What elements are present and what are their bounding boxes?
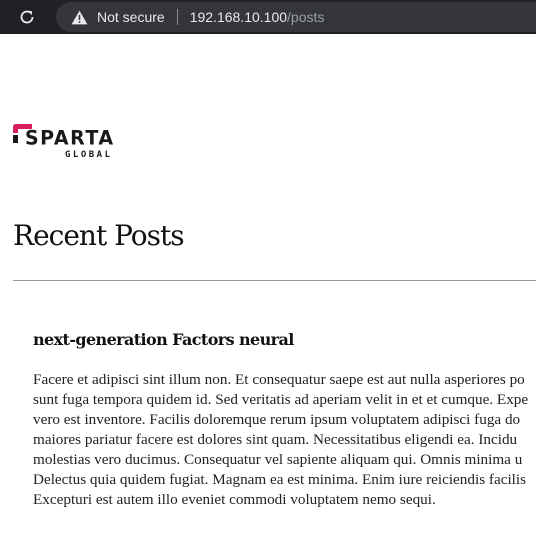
post-body-line: vero est inventore. Facilis doloremque r… (33, 411, 521, 428)
post-body-line: maiores pariatur facere est dolores sint… (33, 431, 518, 448)
url-text[interactable]: 192.168.10.100/posts (190, 9, 325, 25)
sparta-global-logo[interactable]: SPARTA GLOBAL (12, 123, 122, 167)
reload-icon[interactable] (16, 6, 38, 28)
browser-toolbar: Not secure 192.168.10.100/posts (0, 0, 536, 34)
post-body: Facere et adipisci sint illum non. Et co… (33, 370, 536, 510)
post-title[interactable]: next-generation Factors neural (33, 330, 294, 349)
title-divider (13, 280, 536, 281)
post-body-line: Delectus quia quidem fugiat. Magnam ea e… (33, 471, 527, 488)
post-body-line: Excepturi est autem illo eveniet commodi… (33, 491, 436, 508)
post-body-line: Facere et adipisci sint illum non. Et co… (33, 371, 525, 388)
url-path: /posts (287, 9, 325, 25)
address-bar[interactable]: Not secure 192.168.10.100/posts (56, 2, 536, 32)
security-status[interactable]: Not secure (97, 9, 165, 25)
url-host: 192.168.10.100 (189, 9, 288, 25)
logo-wordmark: SPARTA (25, 126, 115, 150)
warning-icon[interactable] (71, 8, 89, 26)
post-body-line: sunt fuga tempora quidem id. Sed veritat… (33, 391, 529, 408)
address-divider (176, 9, 178, 25)
logo-subtitle: GLOBAL (65, 150, 113, 160)
post-body-line: molestias vero ducimus. Consequatur vel … (33, 451, 523, 468)
page-title: Recent Posts (13, 219, 185, 252)
